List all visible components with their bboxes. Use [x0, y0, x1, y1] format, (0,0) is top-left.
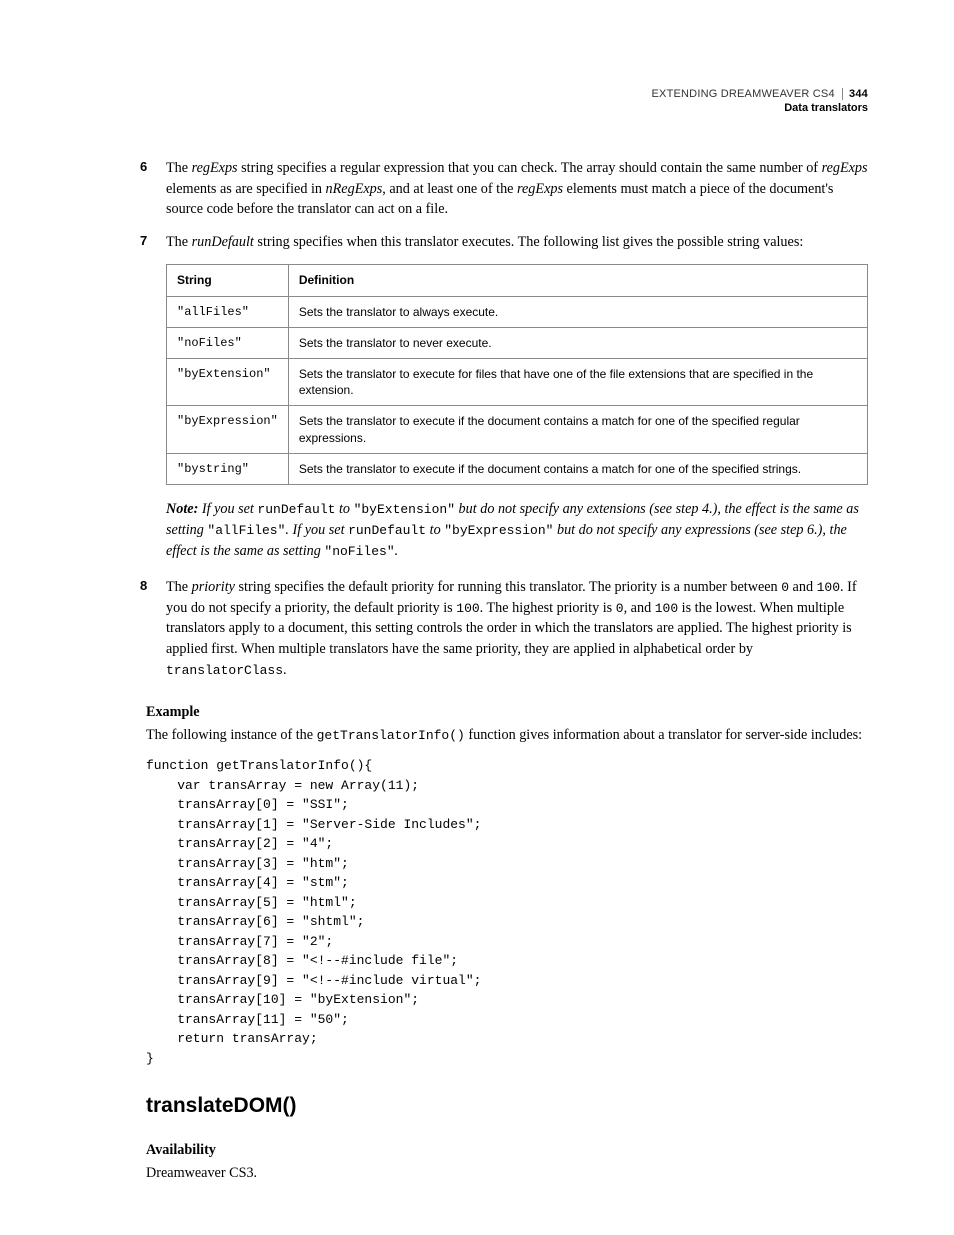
col-header-string: String [167, 265, 289, 296]
code-rundefault: runDefault [348, 523, 426, 538]
text: function gives information about a trans… [465, 727, 862, 743]
string-definition-table: String Definition "allFiles" Sets the tr… [166, 264, 868, 485]
term-priority: priority [192, 579, 235, 595]
table-row: "noFiles" Sets the translator to never e… [167, 327, 868, 358]
header-section: Data translators [652, 102, 869, 116]
example-code-block: function getTranslatorInfo(){ var transA… [146, 756, 868, 1068]
example-intro: The following instance of the getTransla… [146, 725, 868, 746]
numbered-list: 6 The regExps string specifies a regular… [146, 158, 868, 252]
text: , and at least one of the [382, 181, 517, 197]
text: . [395, 543, 399, 559]
text: . [283, 662, 287, 678]
running-header: EXTENDING DREAMWEAVER CS4 344 Data trans… [652, 88, 869, 116]
note-label: Note: [166, 501, 198, 517]
cell-string: "byExpression" [167, 406, 289, 453]
cell-string: "noFiles" [167, 327, 289, 358]
numbered-list-continued: 8 The priority string specifies the defa… [146, 577, 868, 681]
text: The [166, 579, 192, 595]
term-regexps: regExps [192, 160, 238, 176]
code-rundefault: runDefault [257, 502, 335, 517]
cell-string: "allFiles" [167, 296, 289, 327]
page-number: 344 [842, 88, 868, 100]
code-0: 0 [616, 601, 624, 616]
code-translatorclass: translatorClass [166, 663, 283, 678]
header-product-line: EXTENDING DREAMWEAVER CS4 344 [652, 88, 869, 102]
list-item-7: 7 The runDefault string specifies when t… [146, 232, 868, 253]
page: EXTENDING DREAMWEAVER CS4 344 Data trans… [0, 0, 954, 1235]
cell-definition: Sets the translator to execute for files… [288, 358, 867, 405]
code-100: 100 [817, 580, 840, 595]
api-heading-translatedom: translateDOM() [146, 1094, 868, 1118]
term-rundefault: runDefault [192, 234, 254, 250]
text: elements as are specified in [166, 181, 326, 197]
table-header-row: String Definition [167, 265, 868, 296]
list-number: 6 [140, 158, 147, 177]
code-0: 0 [781, 580, 789, 595]
list-number: 7 [140, 232, 147, 251]
text: to [335, 501, 353, 517]
code-nofiles: "noFiles" [324, 544, 394, 559]
cell-definition: Sets the translator to execute if the do… [288, 453, 867, 484]
cell-string: "bystring" [167, 453, 289, 484]
header-product: EXTENDING DREAMWEAVER CS4 [652, 88, 835, 100]
text: If you set [198, 501, 257, 517]
cell-definition: Sets the translator to always execute. [288, 296, 867, 327]
code-gettranslatorinfo: getTranslatorInfo() [317, 728, 465, 743]
table-row: "allFiles" Sets the translator to always… [167, 296, 868, 327]
code-allfiles: "allFiles" [207, 523, 285, 538]
table-row: "byExpression" Sets the translator to ex… [167, 406, 868, 453]
content-area: 6 The regExps string specifies a regular… [146, 158, 868, 1184]
text: string specifies the default priority fo… [235, 579, 781, 595]
list-number: 8 [140, 577, 147, 596]
text: to [426, 522, 444, 538]
table-row: "bystring" Sets the translator to execut… [167, 453, 868, 484]
term-regexps: regExps [822, 160, 868, 176]
code-byexpression: "byExpression" [444, 523, 553, 538]
text: The [166, 234, 192, 250]
text: , and [624, 600, 655, 616]
text: . The highest priority is [480, 600, 616, 616]
code-100: 100 [456, 601, 479, 616]
cell-string: "byExtension" [167, 358, 289, 405]
term-regexps: regExps [517, 181, 563, 197]
example-heading: Example [146, 704, 868, 721]
availability-value: Dreamweaver CS3. [146, 1163, 868, 1184]
code-byextension: "byExtension" [354, 502, 455, 517]
text: string specifies a regular expression th… [238, 160, 822, 176]
cell-definition: Sets the translator to never execute. [288, 327, 867, 358]
code-100: 100 [655, 601, 678, 616]
term-nregexps: nRegExps [326, 181, 383, 197]
text: and [789, 579, 817, 595]
text: The [166, 160, 192, 176]
table-row: "byExtension" Sets the translator to exe… [167, 358, 868, 405]
list-item-8: 8 The priority string specifies the defa… [146, 577, 868, 681]
list-item-6: 6 The regExps string specifies a regular… [146, 158, 868, 220]
cell-definition: Sets the translator to execute if the do… [288, 406, 867, 453]
text: The following instance of the [146, 727, 317, 743]
text: . If you set [285, 522, 348, 538]
col-header-definition: Definition [288, 265, 867, 296]
note-paragraph: Note: If you set runDefault to "byExtens… [166, 499, 868, 563]
text: string specifies when this translator ex… [254, 234, 803, 250]
availability-heading: Availability [146, 1142, 868, 1159]
